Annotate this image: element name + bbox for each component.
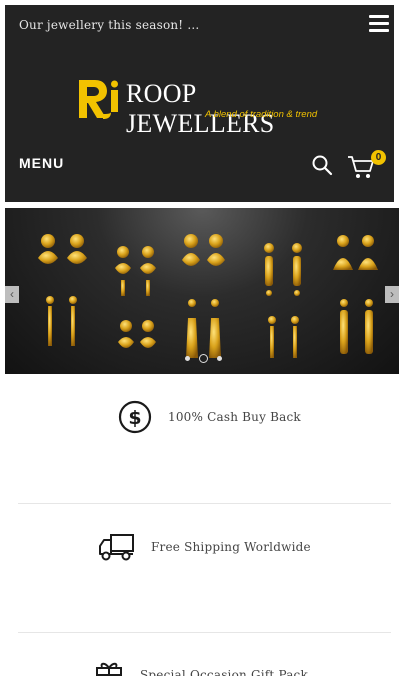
menu-button[interactable]: MENU: [19, 155, 64, 171]
search-icon[interactable]: [311, 154, 333, 176]
rj-logo-mark: [79, 80, 118, 119]
cart-button[interactable]: 0: [347, 150, 389, 180]
slider-dot-2[interactable]: [199, 354, 208, 363]
delivery-truck-icon: [99, 534, 134, 561]
svg-text:$: $: [128, 407, 141, 429]
feature-label: Special Occasion Gift Pack: [140, 668, 308, 676]
site-header: Our jewellery this season! ... ROOP JEWE…: [5, 5, 394, 202]
slider-next-button[interactable]: ›: [385, 286, 399, 303]
feature-label: 100% Cash Buy Back: [168, 410, 301, 424]
feature-divider: [18, 503, 391, 504]
feature-gift-pack: Special Occasion Gift Pack: [18, 648, 391, 676]
brand-tagline: A blend of tradition & trend: [205, 109, 318, 120]
slider-dot-3[interactable]: [217, 356, 222, 361]
jewellery-banner-image: [38, 234, 378, 358]
slider-dot-1[interactable]: [185, 356, 190, 361]
cart-count-badge: 0: [371, 150, 386, 165]
site-logo[interactable]: ROOP JEWELLERS A blend of tradition & tr…: [77, 76, 337, 138]
gift-box-icon: [96, 662, 122, 676]
feature-cash-buy-back: $ 100% Cash Buy Back: [18, 388, 391, 448]
feature-divider: [18, 632, 391, 633]
feature-free-shipping: Free Shipping Worldwide: [18, 518, 391, 578]
slider-dots: [185, 354, 222, 363]
feature-label: Free Shipping Worldwide: [151, 540, 311, 554]
dollar-coin-icon: $: [118, 400, 152, 434]
slider-prev-button[interactable]: ‹: [5, 286, 19, 303]
hamburger-menu-icon[interactable]: [369, 15, 389, 33]
jewellery-banner-slider[interactable]: ‹ ›: [5, 208, 399, 374]
announcement-text[interactable]: Our jewellery this season! ...: [19, 18, 199, 32]
